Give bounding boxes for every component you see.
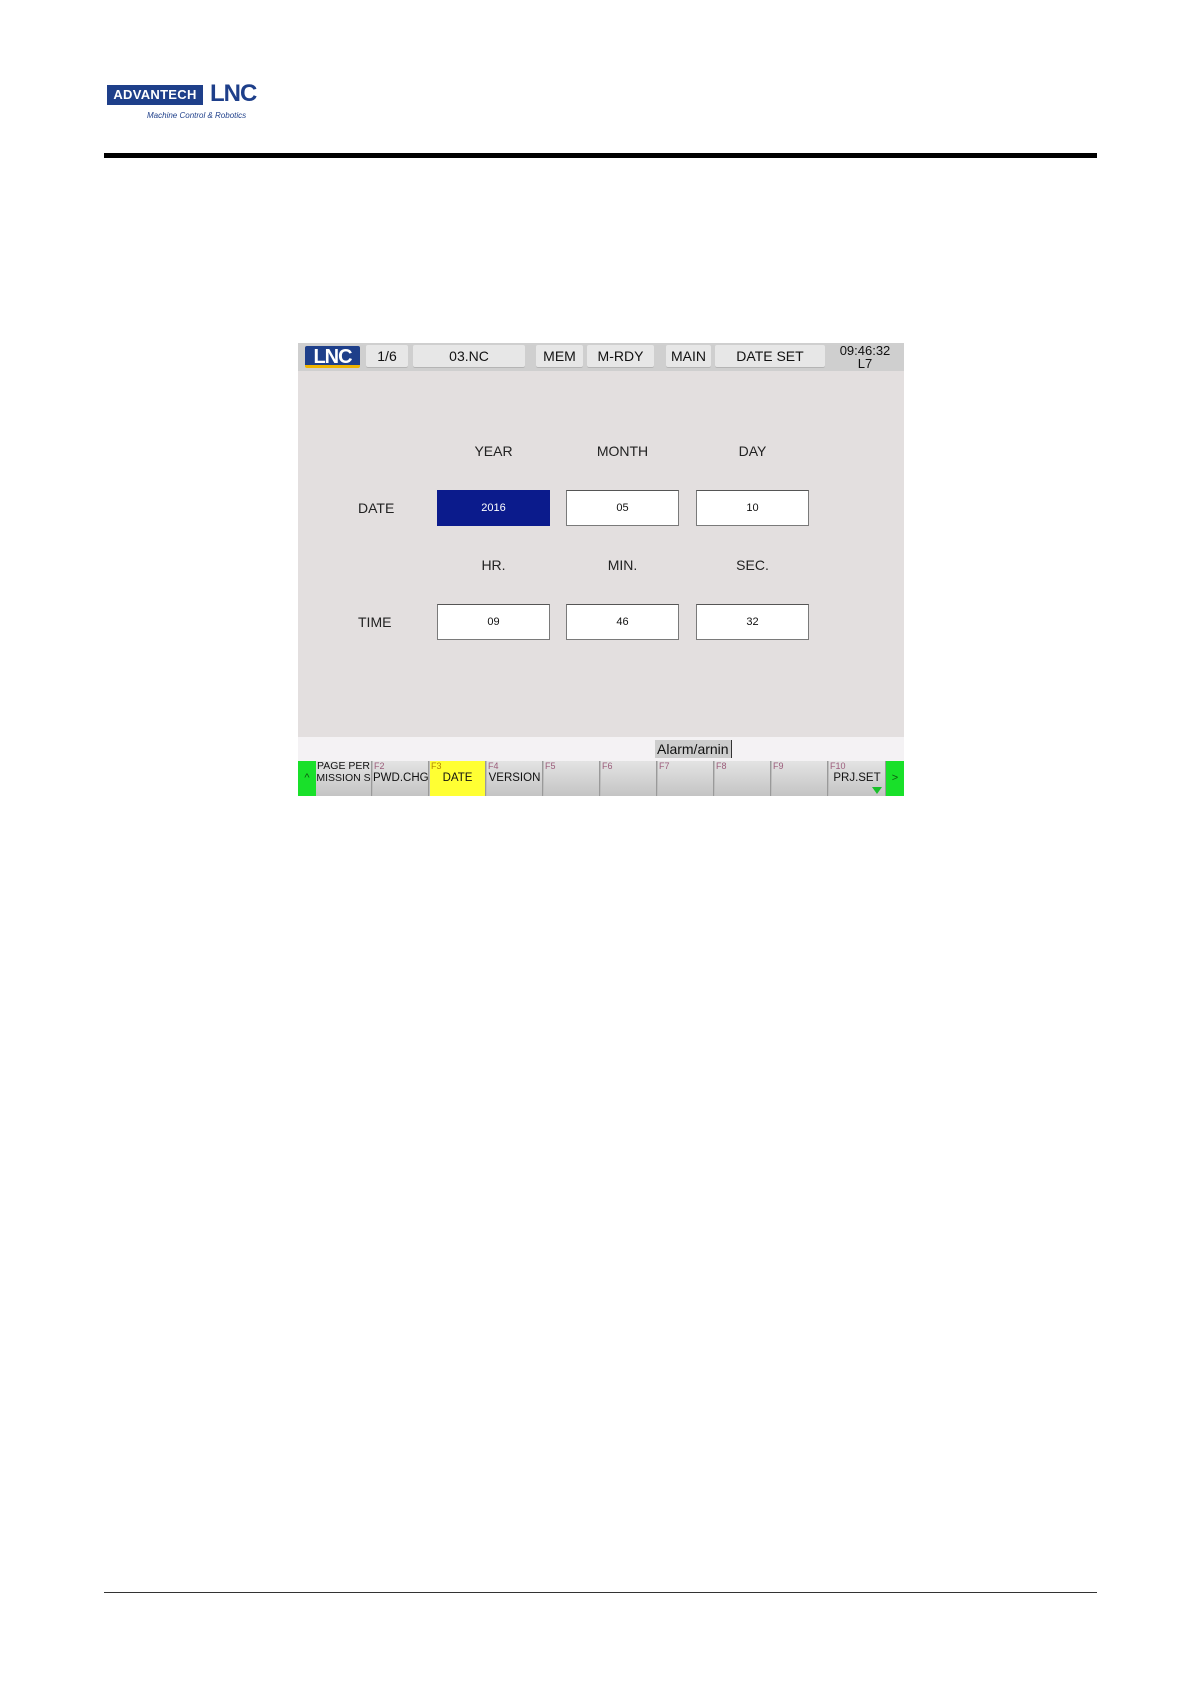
prev-page-button[interactable]: ^ [298,761,316,796]
second-field[interactable]: 32 [696,604,809,640]
fkey-number: F3 [431,761,442,771]
fkey-label: VERSION [488,772,541,784]
minute-field[interactable]: 46 [566,604,679,640]
header-rule [104,153,1097,158]
day-field[interactable]: 10 [696,490,809,526]
next-page-button[interactable]: > [886,761,904,796]
year-field[interactable]: 2016 [437,490,550,526]
fkey-label: DATE [442,772,473,784]
fkey-label: PRJ.SET [833,772,881,784]
alarm-bar: Alarm/arnin [298,737,904,761]
alarm-message[interactable]: Alarm/arnin [655,740,732,758]
fkey-f8[interactable]: F8 [715,761,771,796]
year-header: YEAR [474,443,513,459]
fkey-label: PWD.CHG [373,772,429,784]
logo-product: LNC [210,80,257,107]
fkey-version[interactable]: F4 VERSION [487,761,543,796]
fkey-f6[interactable]: F6 [601,761,657,796]
program-name: 03.NC [413,345,525,368]
menu-group: MAIN [666,345,711,368]
fkey-prj-set[interactable]: F10 PRJ.SET [829,761,886,796]
fkey-f9[interactable]: F9 [772,761,828,796]
clock: 09:46:32 L7 [830,343,900,372]
fkey-pwd-chg[interactable]: F2 PWD.CHG [373,761,429,796]
page-indicator: 1/6 [366,345,408,368]
machine-state: M-RDY [587,345,654,368]
fkey-number: F5 [545,761,556,771]
advantech-lnc-logo: ADVANTECH LNC Machine Control & Robotics [107,80,259,125]
fkey-number: F4 [488,761,499,771]
fkey-number: F9 [773,761,784,771]
time-label: TIME [358,614,392,630]
user-level: L7 [857,356,873,371]
hmi-screen: LNC 1/6 03.NC MEM M-RDY MAIN DATE SET 09… [298,343,904,796]
logo-brand: ADVANTECH [107,85,203,105]
lnc-logo-icon: LNC [305,346,360,368]
fkey-f7[interactable]: F7 [658,761,714,796]
hour-header: HR. [481,557,506,573]
second-header: SEC. [736,557,769,573]
logo-tagline: Machine Control & Robotics [147,111,247,120]
minute-header: MIN. [607,557,638,573]
fkey-number: F6 [602,761,613,771]
fkey-f5[interactable]: F5 [544,761,600,796]
fkey-label: PAGE PER MISSION S [316,761,371,784]
hour-field[interactable]: 09 [437,604,550,640]
day-header: DAY [738,443,767,459]
date-label: DATE [358,500,395,516]
submenu-triangle-icon [872,787,882,794]
fkey-number: F7 [659,761,670,771]
screen-title: DATE SET [715,345,825,368]
status-bar: LNC 1/6 03.NC MEM M-RDY MAIN DATE SET 09… [298,343,904,371]
footer-rule [104,1592,1097,1593]
month-header: MONTH [596,443,649,459]
fkey-number: F2 [374,761,385,771]
fkey-date[interactable]: F3 DATE [430,761,486,796]
function-key-bar: ^ PAGE PER MISSION S F2 PWD.CHG F3 DATE … [298,761,904,796]
fkey-page-permissions[interactable]: PAGE PER MISSION S [316,761,372,796]
fkey-number: F8 [716,761,727,771]
fkey-number: F10 [830,761,846,771]
mode-indicator: MEM [536,345,583,368]
month-field[interactable]: 05 [566,490,679,526]
